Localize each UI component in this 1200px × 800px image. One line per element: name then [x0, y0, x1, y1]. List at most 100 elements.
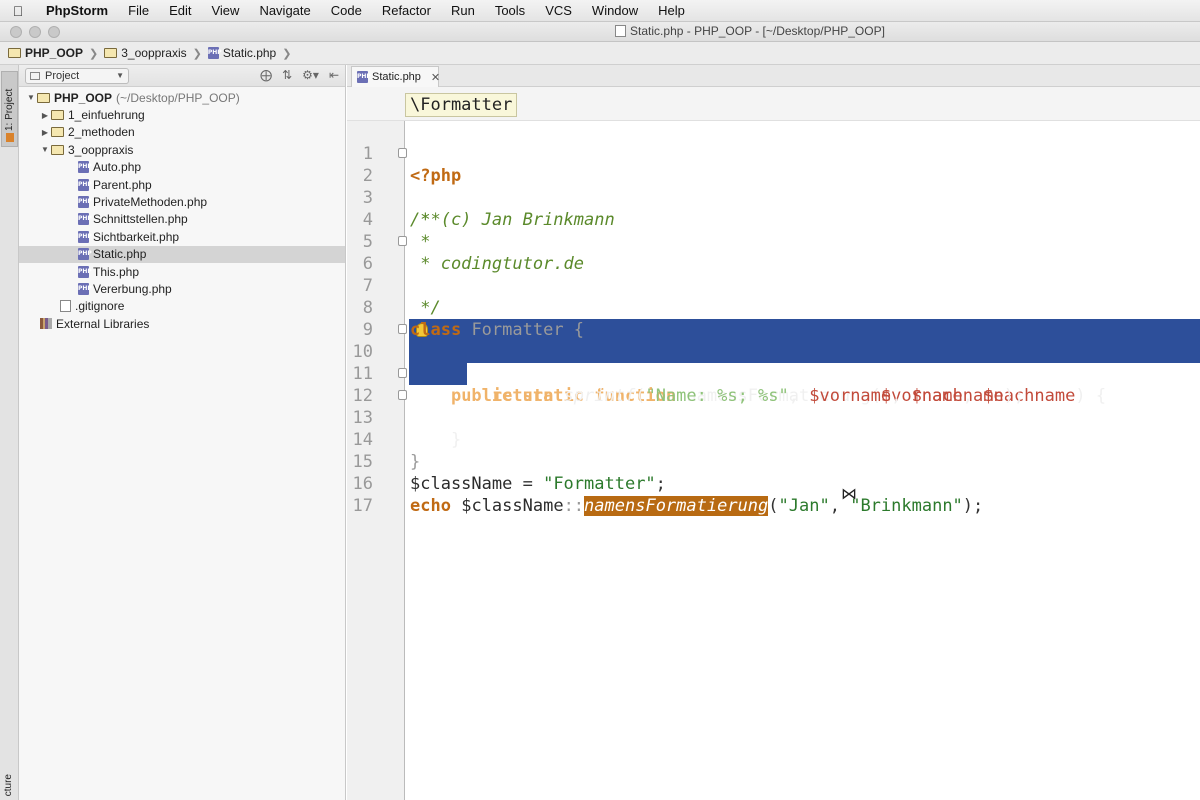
- code-line: 6 */: [347, 231, 1200, 318]
- code-line: 3 * (c) Jan Brinkmann: [347, 165, 1200, 230]
- fold-marker-icon[interactable]: [398, 148, 407, 158]
- menu-refactor[interactable]: Refactor: [372, 3, 441, 18]
- editor-breadcrumb-bar: \Formatter: [347, 87, 1200, 121]
- tree-item-static-php[interactable]: PHP Static.php: [19, 245, 345, 263]
- tab-static-php[interactable]: PHP Static.php ✕: [351, 66, 440, 87]
- menu-edit[interactable]: Edit: [159, 3, 201, 18]
- code-line: 10 public static function namensFormatie…: [347, 319, 1200, 406]
- scroll-from-source-icon[interactable]: ⨁: [260, 68, 272, 82]
- fold-marker-icon[interactable]: [398, 368, 407, 378]
- php-file-icon: PHP: [78, 161, 92, 174]
- tree-item-label: 3_ooppraxis: [68, 142, 134, 157]
- menu-app[interactable]: PhpStorm: [36, 3, 118, 18]
- tree-item-schnittstellen-php[interactable]: PHP Schnittstellen.php: [19, 211, 345, 228]
- menu-run[interactable]: Run: [441, 3, 485, 18]
- window-title: Static.php - PHP_OOP - [~/Desktop/PHP_OO…: [0, 24, 1200, 38]
- close-icon[interactable]: ✕: [431, 71, 440, 84]
- php-file-icon: PHP: [78, 178, 92, 191]
- line-number: 17: [352, 496, 373, 516]
- folder-icon: [104, 48, 118, 58]
- menu-tools[interactable]: Tools: [485, 3, 535, 18]
- tree-item-label: External Libraries: [56, 316, 150, 331]
- tree-item-privatemethoden-php[interactable]: PHP PrivateMethoden.php: [19, 193, 345, 210]
- menu-view[interactable]: View: [201, 3, 249, 18]
- hide-panel-icon[interactable]: ⇤: [329, 68, 339, 82]
- tree-item-php-oop[interactable]: ▼ PHP_OOP (~/Desktop/PHP_OOP): [19, 89, 345, 106]
- tree-item-label: Static.php: [93, 247, 147, 262]
- collapse-all-icon[interactable]: ⇅: [282, 68, 292, 82]
- text-cursor-icon: ⋈: [841, 484, 857, 503]
- code-line: 1 <?php: [347, 121, 1200, 186]
- fold-marker-icon[interactable]: [398, 390, 407, 400]
- tree-item-gitignore[interactable]: .gitignore: [19, 298, 345, 315]
- tree-item-parent-php[interactable]: PHP Parent.php: [19, 176, 345, 193]
- folder-icon: [51, 127, 64, 138]
- tree-item-3-ooppraxis[interactable]: ▼ 3_ooppraxis: [19, 141, 345, 158]
- tree-item-vererbung-php[interactable]: PHP Vererbung.php: [19, 280, 345, 297]
- class-breadcrumb[interactable]: \Formatter: [405, 93, 518, 117]
- php-file-icon: PHP: [207, 47, 222, 59]
- fold-marker-icon[interactable]: [398, 236, 407, 246]
- collapsed-arrow-icon[interactable]: ▶: [39, 128, 51, 137]
- tree-item-2-methoden[interactable]: ▶ 2_methoden: [19, 124, 345, 141]
- code-text: echo $className::namensFormatierung("Jan…: [410, 496, 984, 516]
- gear-icon[interactable]: ⚙▾: [302, 68, 319, 82]
- editor-area: PHP Static.php ✕ \Formatter 1 <?php 2 /*…: [347, 65, 1200, 800]
- tree-item-sichtbarkeit-php[interactable]: PHP Sichtbarkeit.php: [19, 228, 345, 245]
- tree-item-1-einfuehrung[interactable]: ▶ 1_einfuehrung: [19, 106, 345, 123]
- tree-item-label: Auto.php: [93, 160, 142, 175]
- menu-bar:  PhpStorm File Edit View Navigate Code …: [0, 0, 1200, 22]
- nav-crumb-label: PHP_OOP: [25, 46, 84, 60]
- tree-item-external-libraries[interactable]: External Libraries: [19, 315, 345, 332]
- code-line: 16 echo $className::namensFormatierung("…: [347, 451, 1200, 516]
- expanded-arrow-icon[interactable]: ▼: [39, 145, 51, 154]
- tree-item-label: .gitignore: [75, 299, 125, 314]
- chevron-right-icon: ❯: [192, 47, 202, 60]
- code-line: 4 *: [347, 187, 1200, 252]
- tree-item-label: Sichtbarkeit.php: [93, 229, 180, 244]
- menu-window[interactable]: Window: [582, 3, 648, 18]
- menu-file[interactable]: File: [118, 3, 159, 18]
- tree-item-label: 2_methoden: [68, 125, 135, 140]
- menu-vcs[interactable]: VCS: [535, 3, 582, 18]
- nav-crumb-folder[interactable]: 3_ooppraxis: [104, 46, 187, 60]
- nav-crumb-project[interactable]: PHP_OOP: [8, 46, 83, 60]
- window-icon: [30, 71, 40, 80]
- folder-icon: [51, 144, 64, 155]
- collapsed-arrow-icon[interactable]: ▶: [39, 111, 51, 120]
- nav-crumb-file[interactable]: PHP Static.php: [207, 46, 277, 60]
- code-line: 5 * codingtutor.de: [347, 209, 1200, 274]
- project-tool-button[interactable]: 1: Project: [1, 71, 18, 147]
- tab-label: Static.php: [372, 71, 421, 83]
- tree-item-label: Schnittstellen.php: [93, 212, 188, 227]
- project-view-selector[interactable]: Project ▼: [25, 67, 129, 84]
- code-line: 12 }: [347, 363, 1200, 450]
- tree-item-auto-php[interactable]: PHP Auto.php: [19, 159, 345, 176]
- tree-item-label: This.php: [93, 264, 140, 279]
- tree-item-this-php[interactable]: PHP This.php: [19, 263, 345, 280]
- menu-navigate[interactable]: Navigate: [249, 3, 320, 18]
- chevron-right-icon: ❯: [89, 47, 99, 60]
- structure-tool-button[interactable]: cture: [3, 774, 14, 796]
- navigation-bar: PHP_OOP ❯ 3_ooppraxis ❯ PHP Static.php ❯: [0, 42, 1200, 65]
- project-tool-label: 1: Project: [4, 88, 15, 131]
- php-file-icon: PHP: [78, 265, 92, 278]
- code-line: 2 /**: [347, 143, 1200, 230]
- menu-code[interactable]: Code: [321, 3, 372, 18]
- project-panel: Project ▼ ⨁ ⇅ ⚙▾ ⇤ ▼ PHP_OOP (~/Desktop/…: [19, 65, 346, 800]
- nav-crumb-label: 3_ooppraxis: [121, 46, 187, 60]
- php-file-icon: PHP: [78, 230, 92, 243]
- apple-icon[interactable]: : [0, 3, 36, 19]
- tree-item-label: 1_einfuehrung: [68, 108, 145, 123]
- menu-help[interactable]: Help: [648, 3, 695, 18]
- editor-tab-bar: PHP Static.php ✕: [347, 65, 1200, 87]
- fold-marker-icon[interactable]: [398, 324, 407, 334]
- chevron-down-icon: ▼: [116, 70, 124, 80]
- window-titlebar: Static.php - PHP_OOP - [~/Desktop/PHP_OO…: [0, 22, 1200, 42]
- folder-icon: [8, 48, 21, 58]
- code-editor[interactable]: 1 <?php 2 /** 3 * (c) Jan Brinkmann 4 * …: [347, 121, 1200, 516]
- project-tree: ▼ PHP_OOP (~/Desktop/PHP_OOP) ▶ 1_einfue…: [19, 87, 345, 332]
- nav-crumb-label: Static.php: [222, 46, 277, 60]
- code-line: 7: [347, 253, 1200, 296]
- expanded-arrow-icon[interactable]: ▼: [25, 93, 37, 102]
